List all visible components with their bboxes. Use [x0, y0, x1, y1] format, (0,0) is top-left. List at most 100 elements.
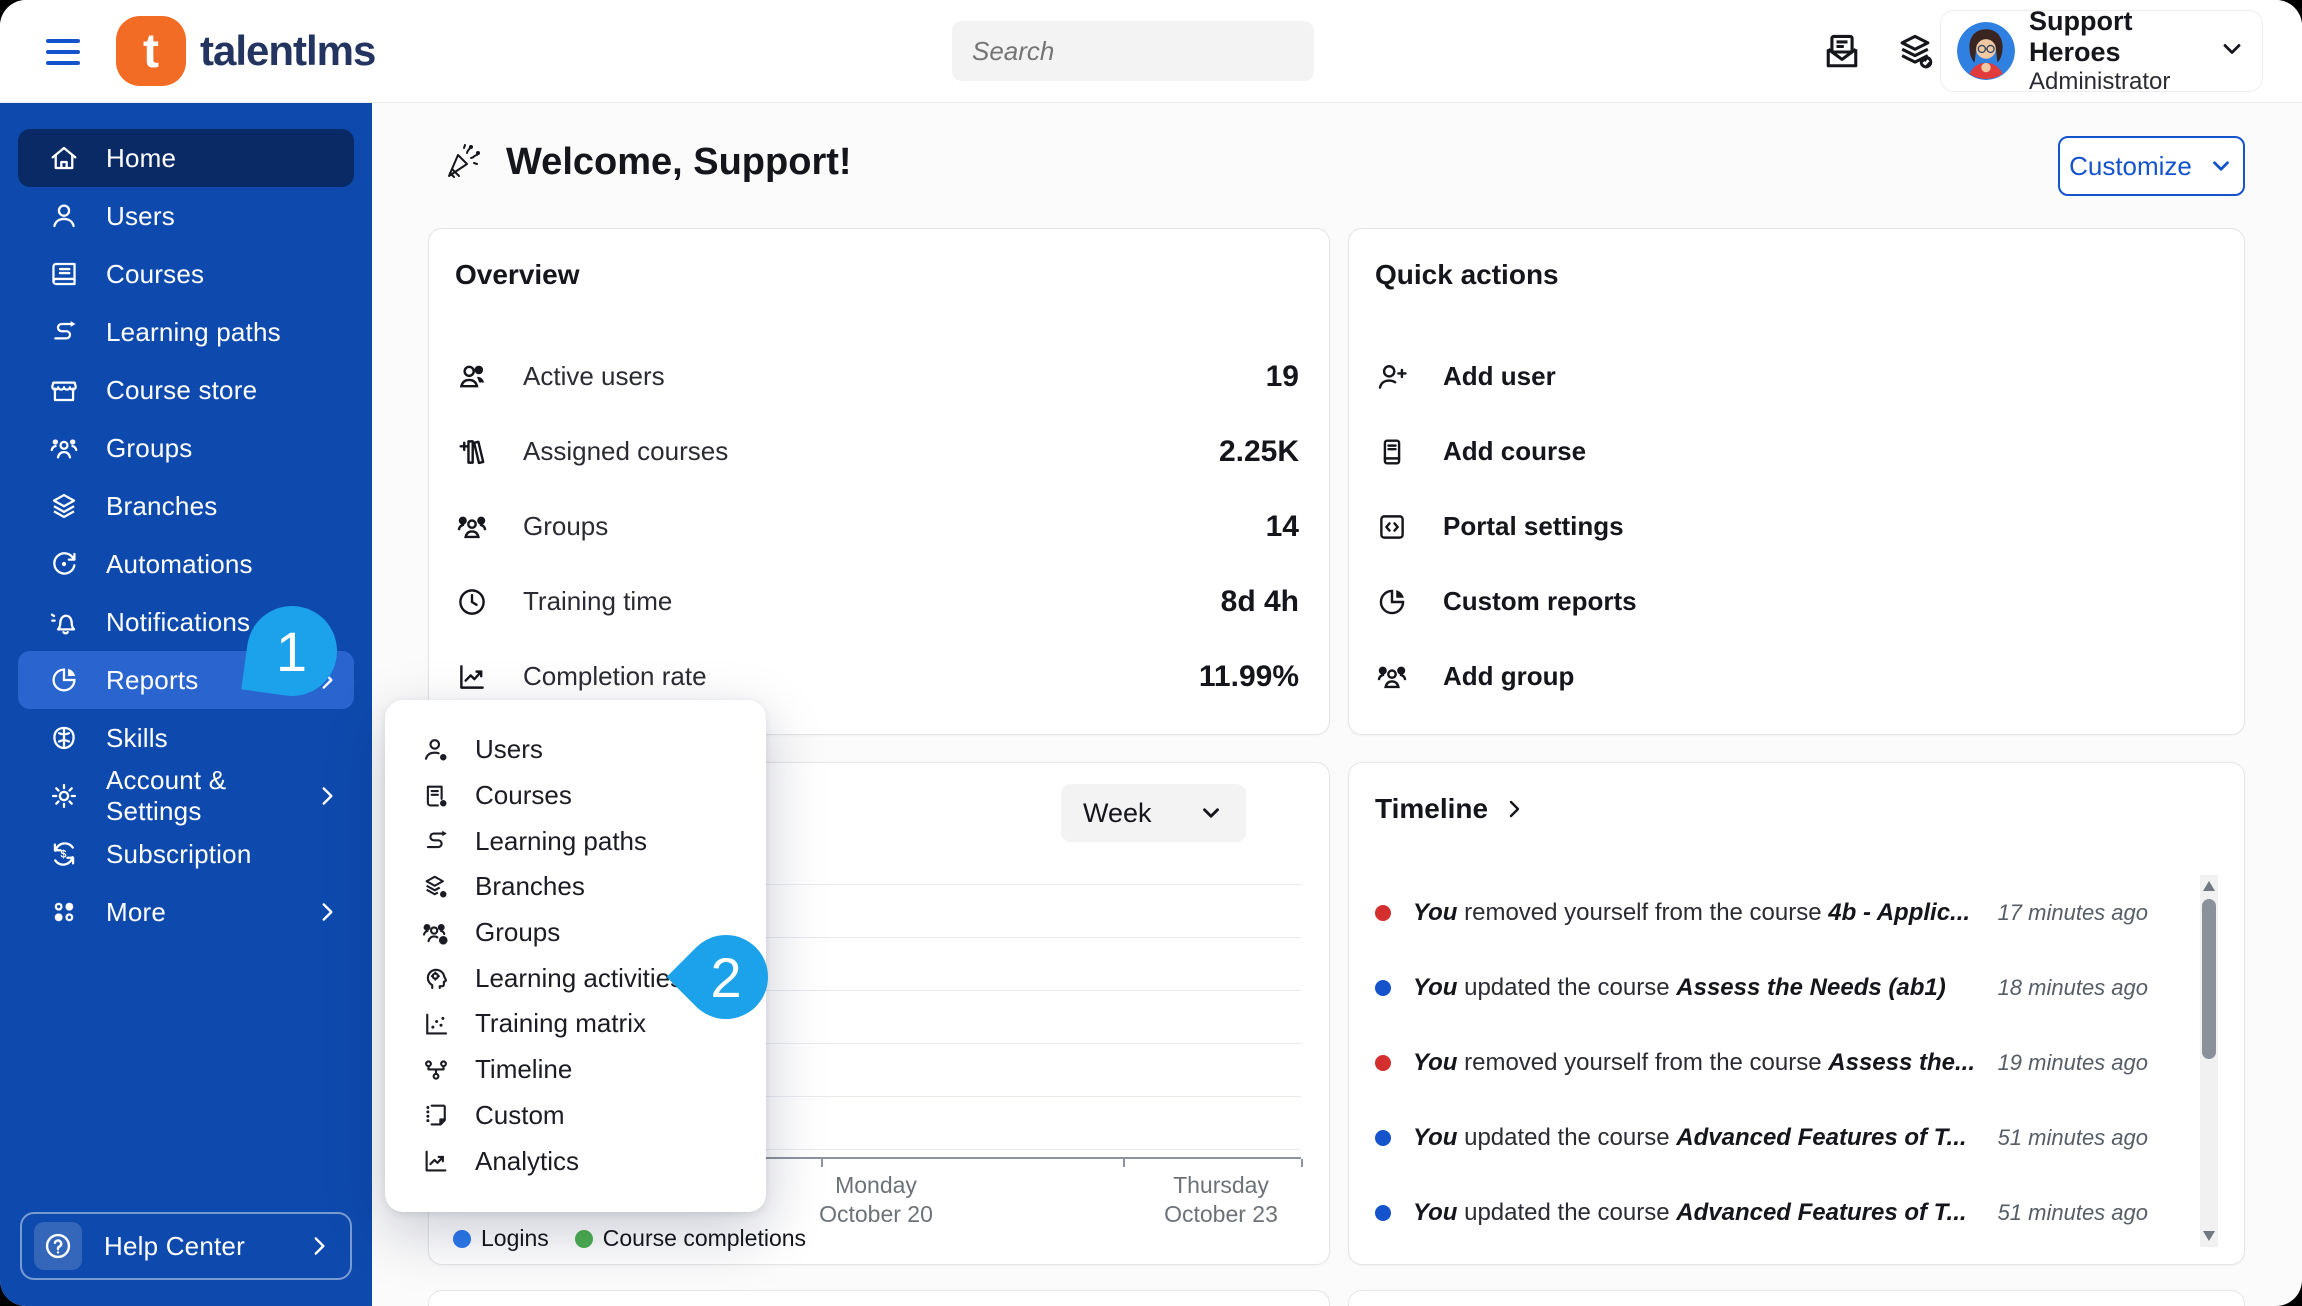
scroll-down-arrow[interactable]: [2203, 1231, 2215, 1241]
user-name: Support Heroes: [2029, 5, 2133, 67]
partial-card: [1348, 1290, 2245, 1306]
sidebar-item-learning-paths[interactable]: Learning paths: [18, 303, 354, 361]
training-matrix-icon: [421, 1009, 451, 1039]
chevron-right-icon: [1509, 800, 1520, 818]
chevron-right-icon: [314, 783, 340, 809]
automation-icon: [48, 548, 80, 580]
event-dot-blue: [1375, 1129, 1391, 1146]
add-user-icon: [1375, 360, 1409, 394]
inbox-message-icon[interactable]: [1820, 30, 1864, 74]
event-time: 51 minutes ago: [1997, 1124, 2148, 1150]
timeline-entry: You removed yourself from the course Ass…: [1375, 1025, 2148, 1100]
sidebar-item-users[interactable]: Users: [18, 187, 354, 245]
timeline-card: Timeline You removed yourself from the c…: [1348, 762, 2245, 1265]
legend-dot-green: [574, 1229, 593, 1248]
submenu-item-branches[interactable]: Branches: [385, 864, 766, 910]
overview-card: Overview Active users 19 Assigned course…: [428, 228, 1330, 735]
chevron-right-icon: [314, 899, 340, 925]
pie-chart-icon: [1375, 585, 1409, 619]
sidebar-item-courses[interactable]: Courses: [18, 245, 354, 303]
book-icon: [48, 258, 80, 290]
event-time: 19 minutes ago: [1997, 1049, 2148, 1075]
submenu-item-users[interactable]: Users: [385, 727, 766, 773]
sidebar-item-home[interactable]: Home: [18, 129, 354, 187]
quick-action-custom-reports[interactable]: Custom reports: [1375, 564, 2214, 639]
quick-action-add-user[interactable]: Add user: [1375, 339, 2214, 414]
sidebar-item-branches[interactable]: Branches: [18, 477, 354, 535]
submenu-item-courses[interactable]: Courses: [385, 773, 766, 819]
subscription-icon: $: [48, 838, 80, 870]
timeline-scrollbar[interactable]: [2200, 875, 2218, 1247]
chevron-down-icon: [1203, 808, 1219, 818]
help-center-button[interactable]: Help Center: [20, 1212, 352, 1280]
x-tick-label: Thursday October 23: [1164, 1172, 1278, 1227]
customize-button[interactable]: Customize: [2058, 136, 2245, 196]
timeline-entry: You updated the course Assess the Needs …: [1375, 950, 2148, 1025]
sidebar-item-subscription[interactable]: $ Subscription: [18, 825, 354, 883]
timeline-entry: You updated the course Advanced Features…: [1375, 1175, 2148, 1250]
chevron-down-icon: [2218, 35, 2246, 68]
timeline-header-link[interactable]: Timeline: [1375, 793, 1526, 825]
logo-text: talentlms: [200, 27, 376, 74]
partial-card: [428, 1290, 1330, 1306]
assigned-courses-icon: [455, 435, 489, 469]
user-menu[interactable]: Support Heroes Administrator: [1940, 6, 2263, 95]
sidebar-item-account-settings[interactable]: Account & Settings: [18, 765, 354, 826]
search-input[interactable]: [972, 35, 1311, 67]
sidebar-item-groups[interactable]: Groups: [18, 419, 354, 477]
group-icon: [48, 432, 80, 464]
gear-icon: [48, 780, 80, 812]
axis-tick: [1301, 1159, 1303, 1167]
sidebar-item-automations[interactable]: Automations: [18, 535, 354, 593]
axis-tick: [821, 1159, 823, 1167]
period-select[interactable]: Week: [1061, 784, 1246, 842]
page-header: Welcome, Support!: [440, 138, 852, 187]
submenu-item-custom[interactable]: Custom: [385, 1093, 766, 1139]
sidebar-item-course-store[interactable]: Course store: [18, 361, 354, 419]
scrollbar-thumb[interactable]: [2202, 899, 2216, 1059]
question-mark-icon: [34, 1222, 82, 1270]
custom-report-icon: [421, 1100, 451, 1130]
overview-title: Overview: [455, 259, 580, 290]
sidebar-item-skills[interactable]: Skills: [18, 709, 354, 767]
course-library-icon[interactable]: [1893, 30, 1937, 74]
timeline-icon: [421, 1055, 451, 1085]
layers-icon: [48, 490, 80, 522]
analytics-icon: [421, 1146, 451, 1176]
event-dot-blue: [1375, 979, 1391, 996]
quick-action-add-course[interactable]: Add course: [1375, 414, 2214, 489]
event-dot-red: [1375, 1054, 1391, 1071]
trend-chart-icon: [455, 660, 489, 694]
clock-icon: [455, 585, 489, 619]
pie-chart-icon: [48, 664, 80, 696]
chevron-right-icon: [306, 1233, 332, 1259]
submenu-item-analytics[interactable]: Analytics: [385, 1138, 766, 1184]
legend-logins: Logins: [453, 1225, 549, 1252]
sidebar-item-more[interactable]: More: [18, 883, 354, 941]
scroll-up-arrow[interactable]: [2203, 881, 2215, 891]
store-icon: [48, 374, 80, 406]
quick-action-add-group[interactable]: Add group: [1375, 639, 2214, 714]
submenu-item-timeline[interactable]: Timeline: [385, 1047, 766, 1093]
hamburger-menu-icon[interactable]: [46, 34, 86, 70]
user-role: Administrator: [2029, 68, 2171, 96]
stat-training-time: Training time 8d 4h: [455, 564, 1299, 639]
stat-active-users: Active users 19: [455, 339, 1299, 414]
path-icon: [48, 316, 80, 348]
submenu-item-learning-paths[interactable]: Learning paths: [385, 818, 766, 864]
stat-groups: Groups 14: [455, 489, 1299, 564]
quick-action-portal-settings[interactable]: Portal settings: [1375, 489, 2214, 564]
timeline-entry: You removed yourself from the course 4b …: [1375, 875, 2148, 950]
more-grid-icon: [48, 896, 80, 928]
page-title: Welcome, Support!: [506, 141, 852, 183]
search-bar: [952, 21, 1314, 81]
active-users-icon: [455, 360, 489, 394]
app-window: t talentlms Support Heroes Administrator: [0, 0, 2302, 1306]
legend-dot-blue: [453, 1229, 471, 1248]
svg-text:$: $: [61, 849, 67, 861]
event-time: 17 minutes ago: [1997, 899, 2148, 925]
bell-icon: [48, 606, 80, 638]
quick-actions-title: Quick actions: [1375, 259, 1559, 290]
groups-icon: [455, 510, 489, 544]
event-dot-red: [1375, 904, 1391, 921]
